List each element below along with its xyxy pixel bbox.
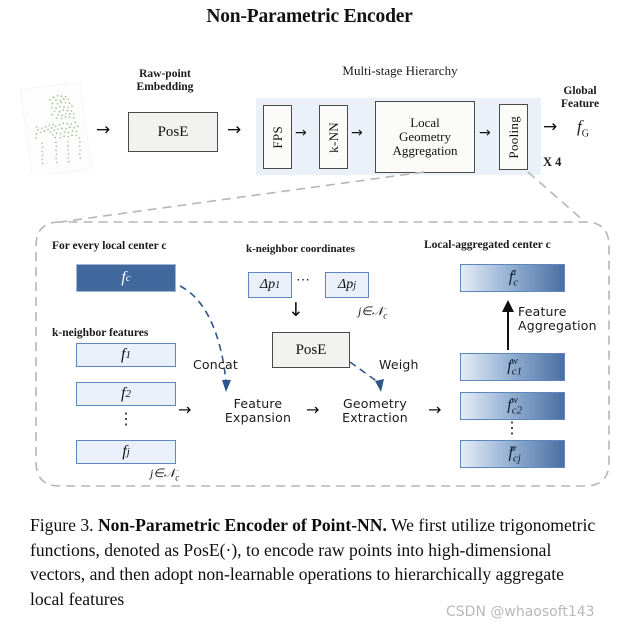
fg-sub: G — [581, 128, 589, 140]
dp1-sub: 1 — [275, 279, 281, 291]
global-feature-symbol: fG — [577, 117, 589, 139]
arrow-features-to-expansion: → — [178, 400, 192, 419]
gext-line1: Geometry — [343, 396, 407, 411]
chair-point-cloud — [19, 83, 93, 175]
arrow-extraction-to-weighted: → — [428, 400, 442, 419]
dpj-sub: j — [353, 279, 356, 291]
fexp-line2: Expansion — [224, 410, 292, 425]
for-every-local-center-label: For every local center c — [52, 240, 167, 252]
pooling-box: Pooling — [499, 104, 528, 170]
global-feature-label: Global Feature — [545, 85, 615, 111]
raw-point-line1: Raw-point — [139, 68, 191, 80]
global-line1: Global — [563, 85, 597, 97]
fagg-line2: Aggregation — [518, 318, 597, 333]
fps-label: FPS — [269, 125, 285, 149]
fcwj-sup: w — [509, 443, 517, 455]
neighbor-feature-box: fj — [76, 440, 176, 464]
index-set-mid-label: j∈𝒩c — [358, 304, 387, 320]
jin-bot-base: j∈𝒩 — [150, 466, 176, 480]
neighbor-feature-box: f2 — [76, 382, 176, 406]
weighted-feature-box: fc1w — [460, 353, 565, 381]
multi-stage-hierarchy-label: Multi-stage Hierarchy — [342, 63, 458, 78]
fcw1-sup: w — [511, 356, 518, 368]
feature-expansion-label: Feature Expansion — [216, 397, 300, 425]
center-feature-box: fc — [76, 264, 176, 292]
fca-sub: c — [513, 276, 519, 289]
raw-point-embedding-label: Raw-point Embedding — [110, 68, 220, 94]
pooling-label: Pooling — [505, 115, 521, 159]
index-set-bottom-label: j∈𝒩c — [150, 466, 179, 482]
delta-p-box: Δp 1 — [248, 272, 292, 298]
arrow-pose-to-hierarchy: → — [227, 120, 242, 140]
jin-bot-sub: c — [175, 472, 180, 483]
delta-p-box: Δp j — [325, 272, 369, 298]
jin-mid-sub: c — [383, 310, 388, 321]
dp1-base: Δp — [259, 277, 276, 292]
caption-bold: Non-Parametric Encoder of Point-NN. — [97, 515, 387, 535]
f1-sub: 1 — [125, 349, 131, 361]
arrow-fps-to-knn: → — [295, 125, 307, 141]
fps-box: FPS — [263, 105, 292, 169]
k-neighbor-features-label: k-neighbor features — [52, 327, 149, 339]
weighted-features-ellipsis: ⋮ — [504, 420, 520, 437]
fc-sub: c — [125, 272, 131, 284]
caption-prefix: Figure 3. — [30, 515, 98, 535]
weighted-feature-box: fc2w — [460, 392, 565, 420]
arrow-expansion-to-extraction: → — [306, 400, 320, 419]
weighted-feature-box: fcjw — [460, 440, 565, 468]
k-neighbor-coordinates-label: k-neighbor coordinates — [246, 243, 355, 255]
fcw1-sub: c1 — [511, 365, 523, 378]
weigh-label: Weigh — [379, 357, 419, 372]
global-line2: Feature — [560, 98, 600, 110]
repeat-x4-label: X 4 — [543, 155, 562, 169]
dpj-base: Δp — [338, 277, 354, 292]
aggregated-center-box: fca — [460, 264, 565, 292]
page-title: Non-Parametric Encoder — [206, 6, 413, 27]
arrow-cloud-to-pose: → — [96, 120, 111, 140]
figure-non-parametric-encoder: Non-Parametric Encoder Raw-point Embeddi… — [0, 0, 619, 631]
arrow-knn-to-lga: → — [351, 125, 363, 141]
arrow-lga-to-pooling: → — [479, 125, 491, 141]
geometry-extraction-label: Geometry Extraction — [330, 397, 420, 425]
fagg-line1: Feature — [518, 304, 567, 319]
neighbor-feature-box: f1 — [76, 343, 176, 367]
local-geometry-aggregation-box: Local Geometry Aggregation — [375, 101, 475, 173]
feature-aggregation-label: Feature Aggregation — [518, 305, 614, 333]
fcw2-sup: w — [511, 395, 518, 407]
watermark: CSDN @whaosoft143 — [446, 604, 595, 620]
raw-point-line2: Embedding — [136, 81, 194, 93]
fj-sub: j — [126, 446, 130, 458]
pose-box-raw: PosE — [128, 112, 218, 152]
fexp-line1: Feature — [233, 396, 283, 411]
pose-box-detail: PosE — [272, 332, 350, 368]
lga-line1: Local — [410, 115, 440, 130]
jin-mid-base: j∈𝒩 — [358, 304, 384, 318]
arrow-pooling-to-global: → — [543, 117, 558, 137]
knn-label: k-NN — [325, 121, 341, 153]
knn-box: k-NN — [319, 105, 348, 169]
neighbor-features-ellipsis: ⋮ — [118, 411, 134, 428]
coords-ellipsis: ⋯ — [296, 273, 310, 288]
lga-line2: Geometry — [399, 129, 451, 144]
arrow-coords-to-pose: ↓ — [288, 299, 304, 321]
f2-sub: 2 — [125, 388, 131, 400]
figure-caption: Figure 3. Non-Parametric Encoder of Poin… — [30, 513, 596, 611]
arrow-aggregation-up — [502, 300, 514, 350]
concat-label: Concat — [193, 357, 238, 372]
local-aggregated-center-label: Local-aggregated center c — [424, 239, 551, 251]
gext-line2: Extraction — [342, 410, 408, 425]
lga-line3: Aggregation — [392, 143, 458, 158]
fca-sup: a — [511, 267, 517, 279]
fcwj-sub: cj — [512, 452, 521, 465]
fcw2-sub: c2 — [511, 404, 523, 417]
